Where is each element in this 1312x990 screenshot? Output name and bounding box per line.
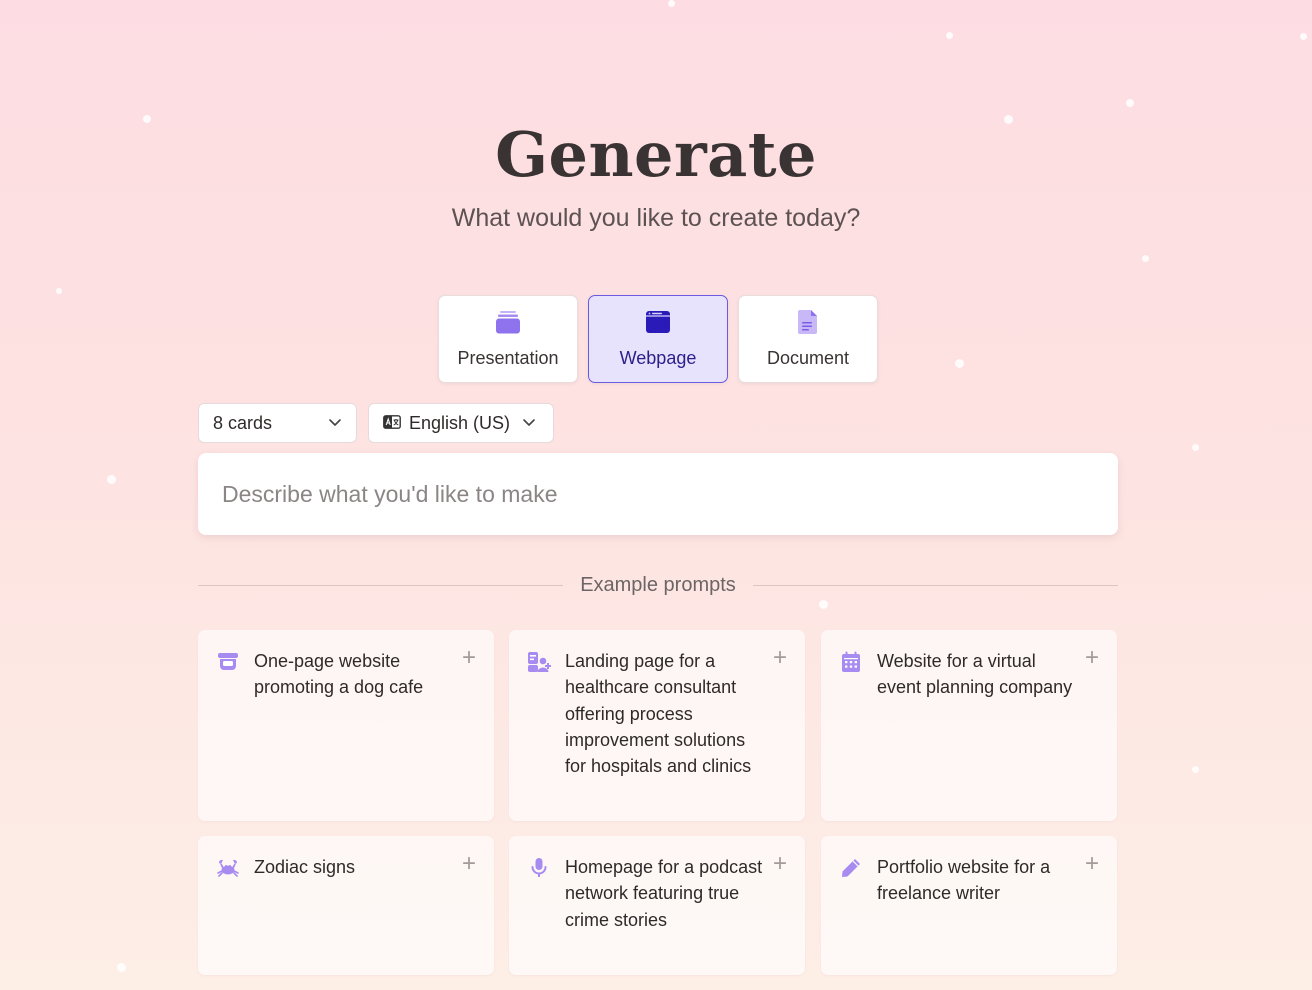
options-row: 8 cards English (US) [198,403,554,443]
document-label: Document [766,348,850,368]
page-title: Generate [495,118,817,191]
divider-line [752,584,1118,586]
chevron-down-icon [522,413,536,434]
example-card-text: Zodiac signs [254,857,356,877]
example-card-text: Portfolio website for a freelance writer [877,857,1051,904]
presentation-icon [495,309,521,340]
example-card[interactable]: Portfolio website for a freelance writer… [821,836,1117,975]
example-card[interactable]: Homepage for a podcast network featuring… [509,836,805,975]
coffee-cup-icon [216,650,240,674]
sparkle [946,32,953,39]
language-value: English (US) [409,412,511,433]
plus-icon[interactable]: + [462,852,476,876]
card-count-value: 8 cards [213,412,273,433]
chevron-down-icon [328,413,342,434]
sparkle [1192,766,1199,773]
presentation-label: Presentation [457,348,559,368]
example-card-text: Homepage for a podcast network featuring… [565,857,763,930]
card-count-select[interactable]: 8 cards [198,403,357,443]
sparkle [56,288,62,294]
document-type-button[interactable]: Document [738,295,878,383]
example-card[interactable]: One-page website promoting a dog cafe + [198,630,494,821]
language-select[interactable]: English (US) [368,403,554,443]
sparkle [1192,444,1199,451]
sparkle [107,475,116,484]
presentation-type-button[interactable]: Presentation [438,295,578,383]
pencil-icon [839,856,863,880]
webpage-label: Webpage [619,348,697,368]
prompt-box [198,453,1118,535]
content-type-selector: Presentation Webpage Document [438,295,878,383]
example-card[interactable]: Landing page for a healthcare consultant… [509,630,805,821]
sparkle [1300,33,1307,40]
plus-icon[interactable]: + [1085,646,1099,670]
sparkle [117,963,126,972]
sparkle [1126,99,1134,107]
plus-icon[interactable]: + [773,646,787,670]
sparkle [819,600,828,609]
example-card-text: Landing page for a healthcare consultant… [565,651,752,777]
plus-icon[interactable]: + [1085,852,1099,876]
example-card-text: One-page website promoting a dog cafe [254,651,424,698]
example-card[interactable]: Zodiac signs + [198,836,494,975]
crab-icon [216,856,240,880]
example-prompts-divider: Example prompts [198,572,1118,598]
translate-icon [383,413,401,434]
example-prompts-heading: Example prompts [580,573,736,596]
plus-icon[interactable]: + [462,646,476,670]
example-card-text: Website for a virtual event planning com… [877,651,1073,698]
calendar-icon [839,650,863,674]
plus-icon[interactable]: + [773,852,787,876]
document-icon [795,309,821,340]
example-card[interactable]: Website for a virtual event planning com… [821,630,1117,821]
page-subtitle: What would you like to create today? [451,204,861,232]
microphone-icon [527,856,551,880]
prompt-input[interactable] [222,480,1094,508]
medical-user-icon [527,650,551,674]
webpage-icon [645,309,671,340]
sparkle [1142,255,1149,262]
sparkle [668,0,675,7]
webpage-type-button[interactable]: Webpage [588,295,728,383]
sparkle [955,359,964,368]
divider-line [198,584,564,586]
